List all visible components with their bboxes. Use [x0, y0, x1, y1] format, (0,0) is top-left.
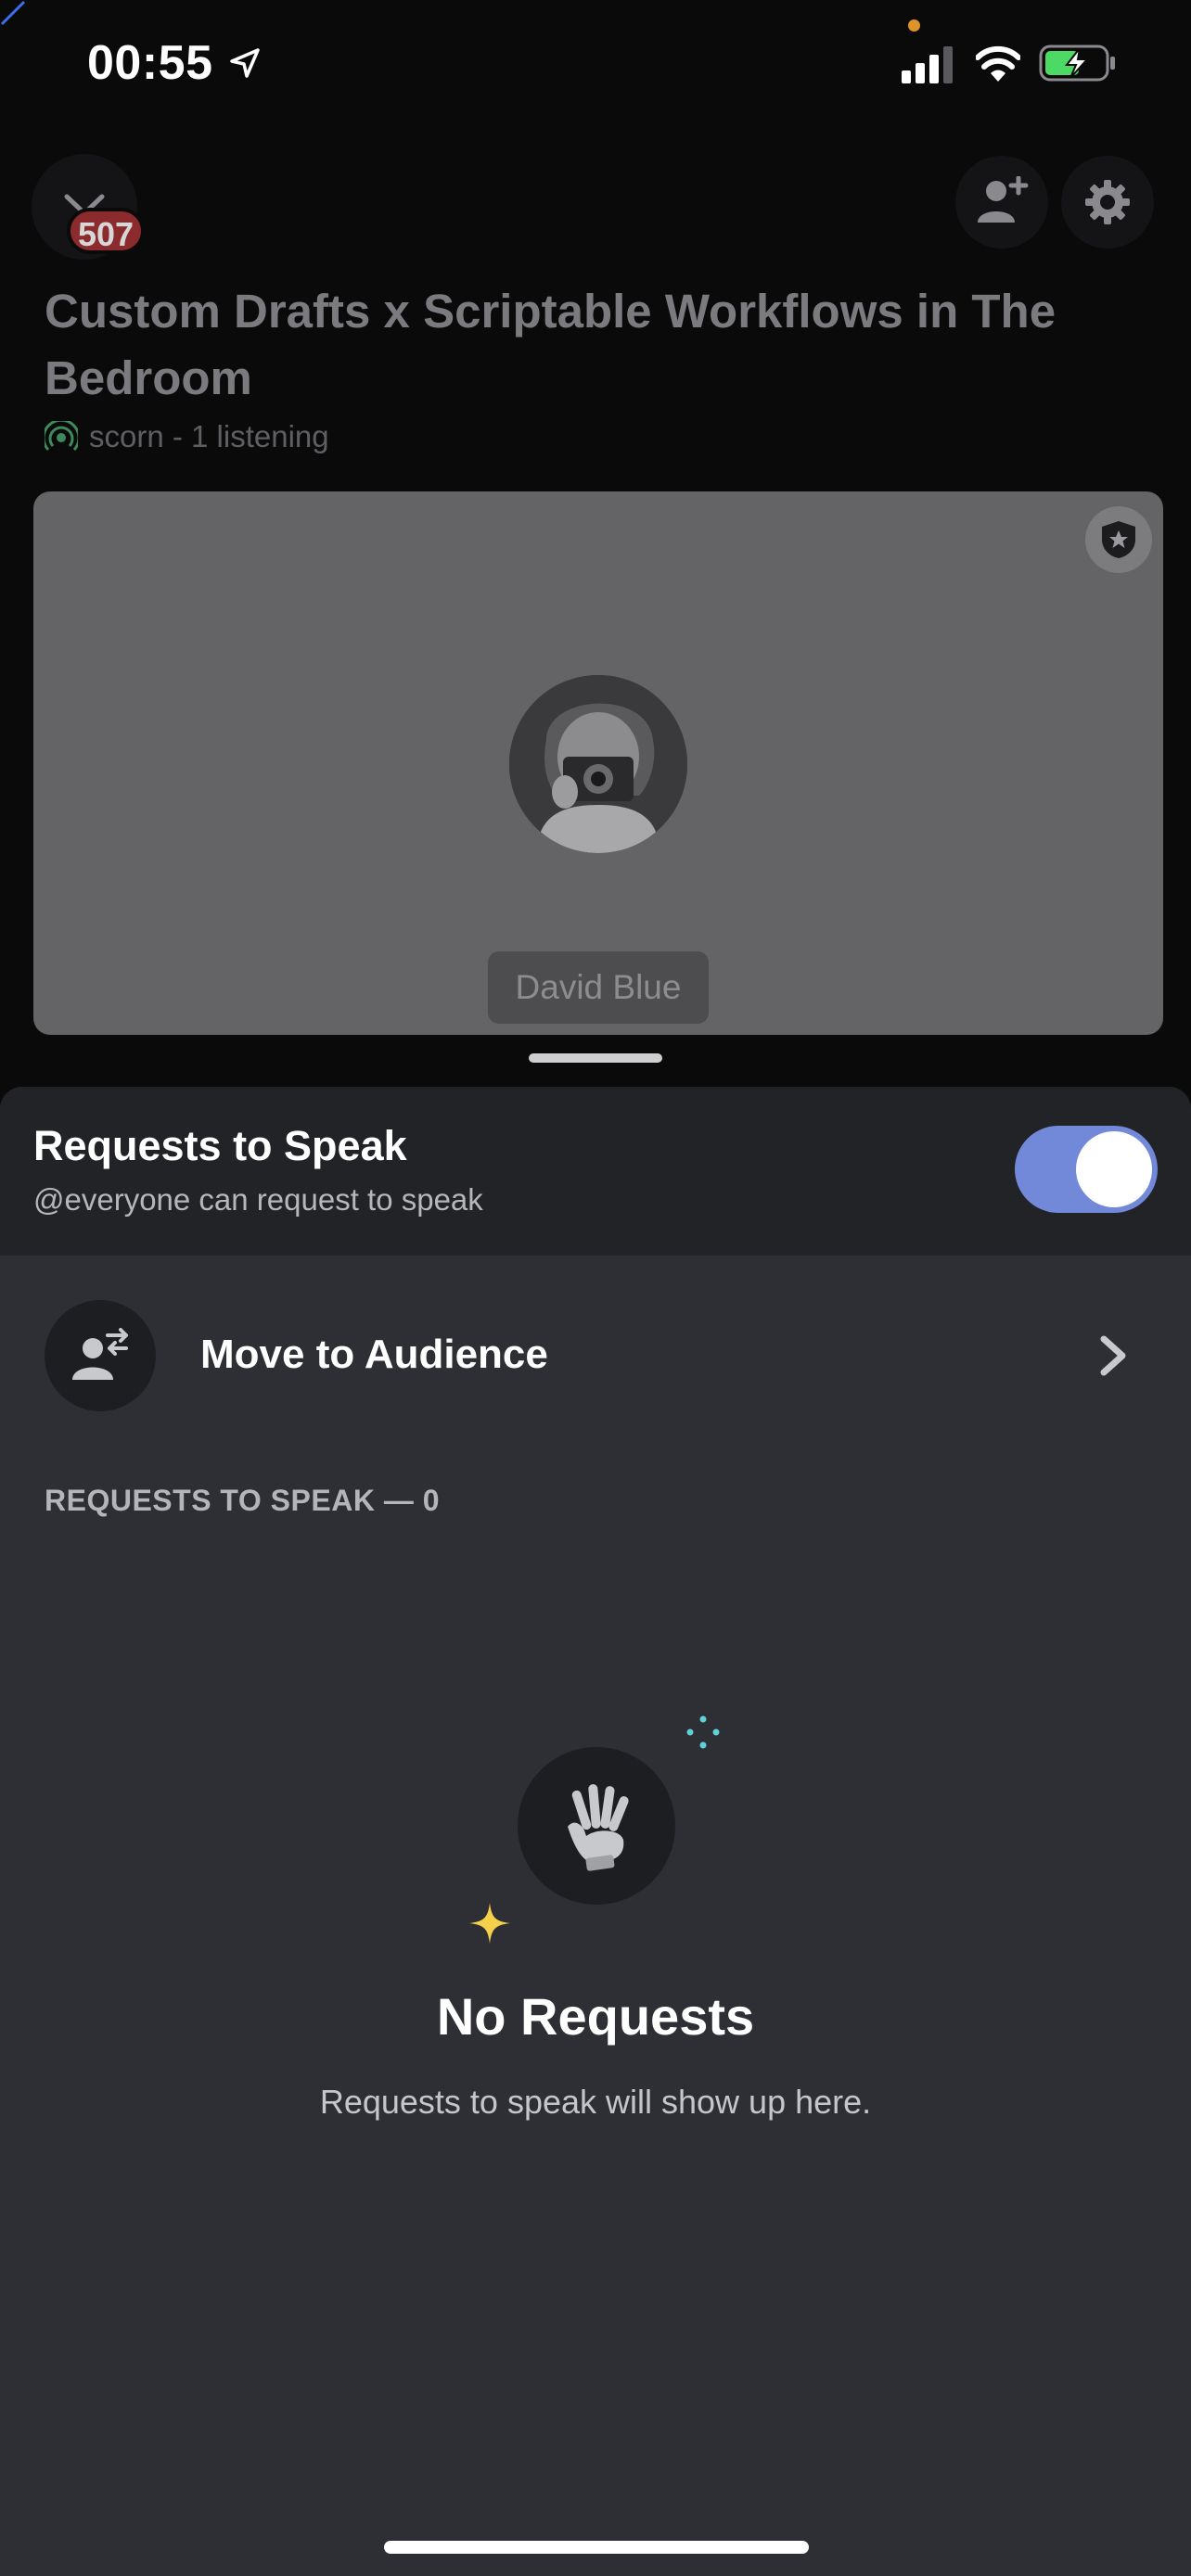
battery-charging-icon: [1039, 45, 1115, 82]
privacy-indicator-dot: [908, 19, 920, 32]
requests-subtitle: @everyone can request to speak: [33, 1182, 483, 1217]
shield-star-icon: [1102, 521, 1135, 558]
toggle-knob: [1076, 1131, 1152, 1207]
avatar-photo-icon: [509, 675, 687, 853]
invite-user-button[interactable]: [955, 156, 1048, 249]
speaker-name: David Blue: [488, 951, 709, 1024]
settings-button[interactable]: [1061, 156, 1154, 249]
move-to-audience-row[interactable]: [0, 1291, 1191, 1421]
empty-state-title: No Requests: [436, 1987, 755, 2046]
raised-hand-icon: [568, 1784, 629, 1871]
corner-edge-icon: [0, 0, 26, 26]
requests-title: Requests to Speak: [33, 1122, 407, 1169]
moderator-badge: [1085, 506, 1152, 573]
home-indicator[interactable]: [384, 2541, 809, 2554]
move-to-audience-label: Move to Audience: [200, 1332, 548, 1377]
requests-toggle-row: [0, 1087, 1191, 1256]
sparkle-dots-icon: [686, 1715, 720, 1749]
signal-icon: [902, 46, 953, 83]
drag-handle[interactable]: [529, 1053, 662, 1063]
move-to-audience-icon-wrap: [45, 1300, 156, 1411]
empty-state-subtitle: Requests to speak will show up here.: [319, 2083, 872, 2121]
stage-subtitle: scorn - 1 listening: [89, 419, 329, 453]
user-move-icon: [72, 1328, 128, 1380]
stage-channel-icon: [45, 421, 78, 452]
add-user-icon: [978, 176, 1029, 223]
wifi-icon: [976, 45, 1020, 82]
gear-icon: [1085, 180, 1130, 224]
status-time: 00:55: [87, 36, 213, 90]
requests-section-header: REQUESTS TO SPEAK — 0: [45, 1484, 440, 1517]
chevron-right-icon: [1100, 1335, 1126, 1376]
stage-title: Custom Drafts x Scriptable Workflows in …: [45, 285, 1057, 404]
sparkle-star-icon: [469, 1903, 510, 1944]
raised-hand-illustration: [518, 1747, 675, 1905]
notification-badge: 507: [67, 208, 145, 254]
avatar: [509, 675, 687, 853]
location-arrow-icon: [230, 48, 260, 78]
